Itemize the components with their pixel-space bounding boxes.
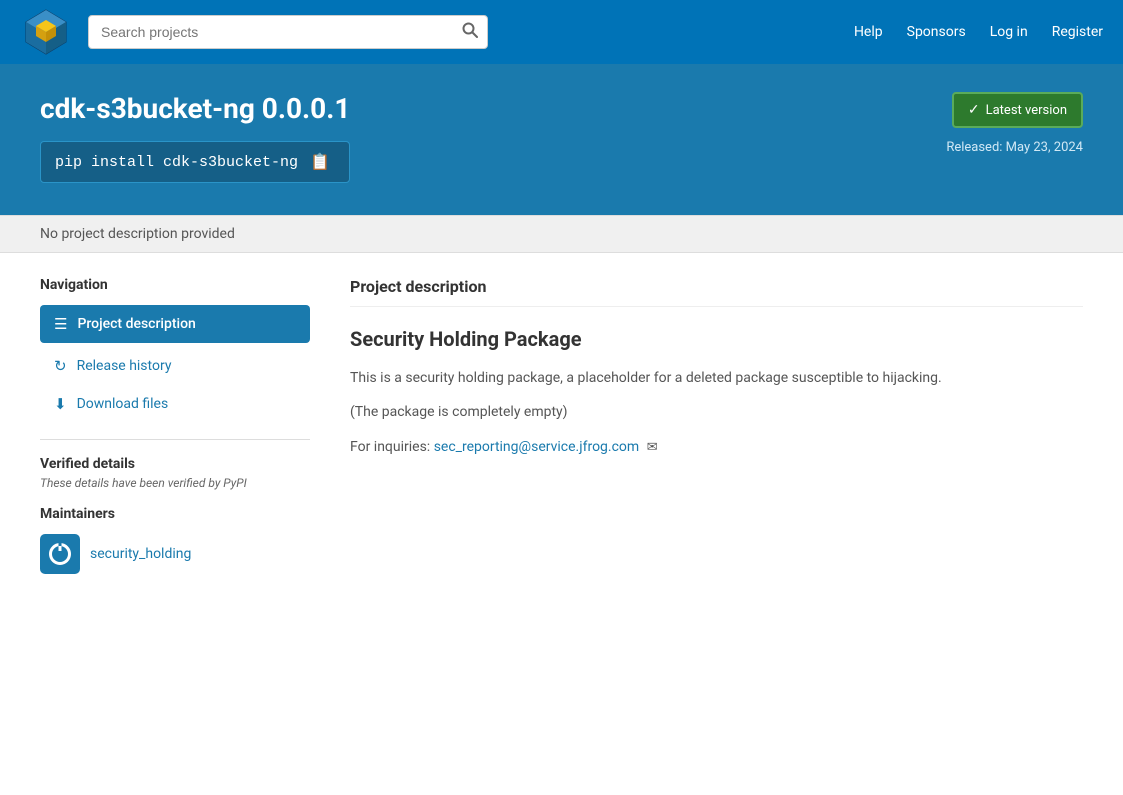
maintainer-avatar — [40, 534, 80, 574]
history-icon: ↻ — [54, 357, 67, 375]
nav-download-files[interactable]: ⬇ Download files — [40, 385, 310, 423]
latest-version-label: Latest version — [986, 103, 1067, 118]
pip-install-box: pip install cdk-s3bucket-ng 📋 — [40, 141, 350, 183]
inquiry-label: For inquiries: — [350, 439, 430, 455]
search-form[interactable] — [88, 15, 488, 49]
inquiry-email[interactable]: sec_reporting@service.jfrog.com — [434, 439, 640, 455]
header: Help Sponsors Log in Register — [0, 0, 1123, 64]
search-input[interactable] — [88, 15, 488, 49]
project-description-main: Project description Security Holding Pac… — [350, 277, 1083, 574]
desc-paragraph-2: (The package is completely empty) — [350, 401, 1083, 423]
download-icon: ⬇ — [54, 395, 67, 413]
pip-command: pip install cdk-s3bucket-ng — [55, 154, 298, 171]
release-history-label: Release history — [77, 358, 172, 374]
main-content: Navigation ☰ Project description ↻ Relea… — [0, 253, 1123, 598]
verified-heading: Verified details — [40, 456, 310, 472]
project-desc-section-heading: Project description — [350, 277, 1083, 307]
navigation-heading: Navigation — [40, 277, 310, 293]
maintainer-link[interactable]: security_holding — [90, 546, 191, 562]
copy-pip-button[interactable]: 📋 — [310, 152, 330, 172]
nav-register[interactable]: Register — [1052, 24, 1103, 40]
maintainer-item: security_holding — [40, 534, 310, 574]
no-description-bar: No project description provided — [0, 215, 1123, 253]
latest-version-button[interactable]: ✓ Latest version — [952, 92, 1083, 128]
download-files-label: Download files — [77, 396, 169, 412]
power-icon — [49, 543, 71, 565]
verified-subtext: These details have been verified by PyPI — [40, 476, 310, 490]
check-icon: ✓ — [968, 102, 980, 118]
sidebar: Navigation ☰ Project description ↻ Relea… — [40, 277, 310, 574]
project-description-label: Project description — [77, 316, 195, 332]
security-holding-title: Security Holding Package — [350, 327, 1083, 351]
site-logo[interactable] — [20, 6, 72, 58]
released-date: Released: May 23, 2024 — [946, 140, 1083, 155]
header-nav: Help Sponsors Log in Register — [854, 24, 1103, 40]
nav-release-history[interactable]: ↻ Release history — [40, 347, 310, 385]
package-title: cdk-s3bucket-ng 0.0.0.1 — [40, 92, 350, 125]
nav-sponsors[interactable]: Sponsors — [907, 24, 966, 40]
sidebar-divider — [40, 439, 310, 440]
hero-section: cdk-s3bucket-ng 0.0.0.1 pip install cdk-… — [0, 64, 1123, 215]
email-icon: ✉ — [647, 438, 658, 459]
desc-paragraph-inquiry: For inquiries: sec_reporting@service.jfr… — [350, 436, 1083, 459]
nav-help[interactable]: Help — [854, 24, 883, 40]
desc-paragraph-1: This is a security holding package, a pl… — [350, 367, 1083, 389]
nav-login[interactable]: Log in — [990, 24, 1028, 40]
list-icon: ☰ — [54, 315, 67, 333]
maintainers-heading: Maintainers — [40, 506, 310, 522]
no-description-text: No project description provided — [40, 226, 235, 242]
nav-project-description[interactable]: ☰ Project description — [40, 305, 310, 343]
